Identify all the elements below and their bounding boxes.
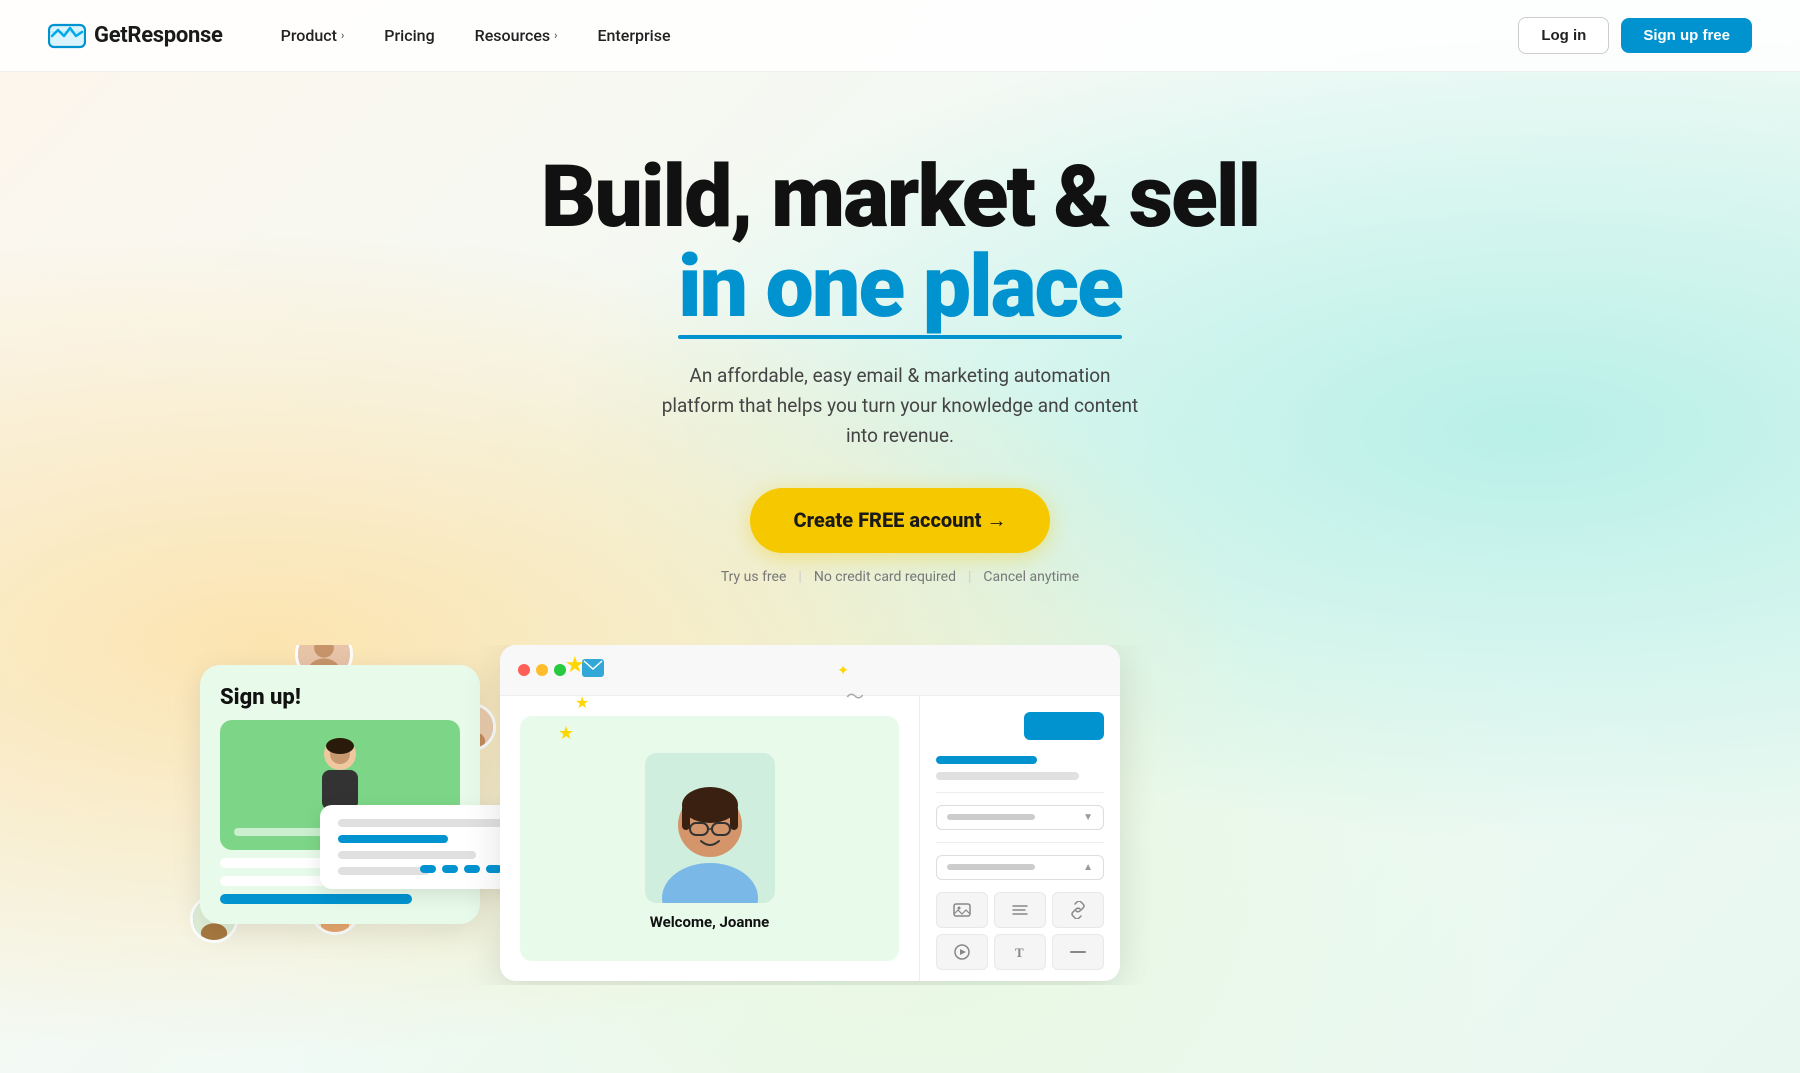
hero-illustrations: Sign up! (0, 645, 1800, 985)
sidebar-divider-1 (936, 792, 1104, 793)
tool-play[interactable] (936, 934, 988, 970)
email-logo-icon (582, 659, 604, 677)
tool-image[interactable] (936, 892, 988, 928)
hero-fine-print: Try us free | No credit card required | … (721, 569, 1079, 585)
tool-link[interactable] (1052, 892, 1104, 928)
welcome-person-illustration (645, 753, 775, 903)
nav-product[interactable]: Product › (263, 18, 363, 53)
resources-chevron: › (554, 29, 557, 42)
tool-align[interactable] (994, 892, 1046, 928)
nav-resources[interactable]: Resources › (457, 18, 576, 53)
svg-text:T: T (1015, 945, 1024, 960)
text-icon: T (1011, 943, 1029, 961)
fine-print-1: Try us free (721, 569, 787, 585)
sidebar-dropdown-2[interactable]: ▲ (936, 855, 1104, 880)
hero-title-line1: Build, market & sell (541, 152, 1259, 242)
email-welcome-card: ★ ★ ★ ✦ 〜 (520, 716, 899, 961)
cta-button[interactable]: Create FREE account → (750, 488, 1051, 553)
signup-widget-title: Sign up! (220, 685, 460, 710)
nav-enterprise[interactable]: Enterprise (579, 18, 688, 53)
sidebar-row-blue (936, 756, 1037, 764)
link-icon (1069, 901, 1087, 919)
email-main: ★ ★ ★ ✦ 〜 (500, 696, 920, 981)
email-editor-window: ★ ★ ★ ✦ 〜 (500, 645, 1120, 981)
logo-icon (48, 22, 86, 50)
fine-print-3: Cancel anytime (983, 569, 1079, 585)
nav-actions: Log in Sign up free (1518, 17, 1752, 54)
email-editor-sidebar: ▼ ▲ (920, 696, 1120, 981)
divider-icon (1069, 943, 1087, 961)
product-chevron: › (341, 29, 344, 42)
login-button[interactable]: Log in (1518, 17, 1609, 54)
sidebar-tools: T (936, 892, 1104, 970)
align-icon (1011, 901, 1029, 919)
star-1: ★ (565, 653, 585, 678)
fine-print-2: No credit card required (814, 569, 956, 585)
signup-button[interactable]: Sign up free (1621, 18, 1752, 53)
nav-links: Product › Pricing Resources › Enterprise (263, 18, 1519, 53)
window-dot-yellow (536, 664, 548, 676)
hero-title-line2: in one place (678, 242, 1122, 332)
brand-name: GetResponse (94, 23, 223, 48)
window-titlebar (500, 645, 1120, 696)
sidebar-dropdown-1[interactable]: ▼ (936, 805, 1104, 830)
star-4: ✦ (837, 663, 849, 679)
sidebar-divider-2 (936, 842, 1104, 843)
window-body: ★ ★ ★ ✦ 〜 (500, 696, 1120, 981)
hero-subtitle: An affordable, easy email & marketing au… (660, 361, 1140, 452)
tool-divider[interactable] (1052, 934, 1104, 970)
play-icon (953, 943, 971, 961)
star-2: ★ (575, 693, 589, 712)
logo[interactable]: GetResponse (48, 22, 223, 50)
sidebar-row-1 (936, 772, 1079, 780)
navbar: GetResponse Product › Pricing Resources … (0, 0, 1800, 72)
welcome-text: Welcome, Joanne (650, 913, 770, 931)
nav-pricing[interactable]: Pricing (366, 18, 452, 53)
image-icon (953, 901, 971, 919)
window-dot-red (518, 664, 530, 676)
tool-text[interactable]: T (994, 934, 1046, 970)
star-3: ★ (558, 723, 574, 744)
hero-section: Build, market & sell in one place An aff… (0, 72, 1800, 645)
sidebar-blue-button (1024, 712, 1104, 740)
squiggle: 〜 (846, 683, 864, 709)
